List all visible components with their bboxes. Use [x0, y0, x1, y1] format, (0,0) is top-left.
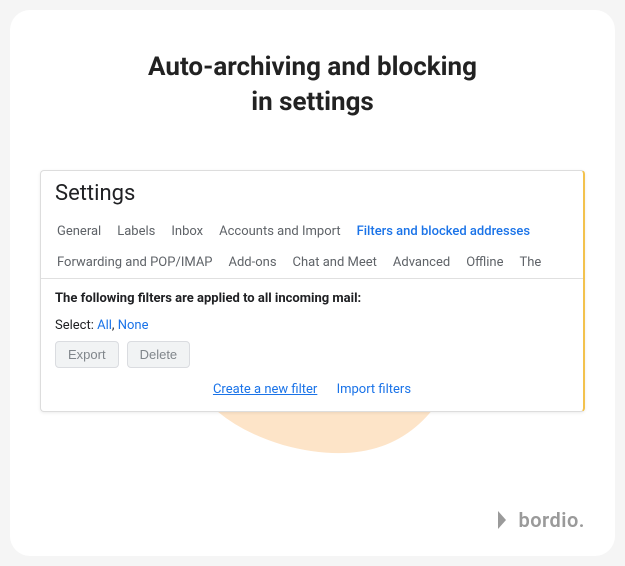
select-row: Select: All, None [55, 318, 569, 333]
select-label: Select: [55, 318, 94, 333]
import-filters-link[interactable]: Import filters [337, 382, 411, 397]
brand-text: bordio. [518, 508, 585, 532]
filter-section: The following filters are applied to all… [41, 279, 583, 411]
tab-offline[interactable]: Offline [458, 247, 511, 278]
page-title: Auto-archiving and blocking in settings [10, 50, 615, 120]
tab-filters[interactable]: Filters and blocked addresses [349, 216, 538, 247]
title-line-2: in settings [251, 87, 374, 117]
brand-logo: bordio. [496, 508, 585, 532]
tab-themes[interactable]: The [512, 247, 550, 278]
tab-accounts[interactable]: Accounts and Import [211, 216, 348, 247]
tab-forwarding[interactable]: Forwarding and POP/IMAP [49, 247, 221, 278]
tab-chat[interactable]: Chat and Meet [285, 247, 385, 278]
title-line-1: Auto-archiving and blocking [148, 52, 477, 82]
tab-addons[interactable]: Add-ons [221, 247, 285, 278]
tab-inbox[interactable]: Inbox [163, 216, 211, 247]
tab-general[interactable]: General [49, 216, 109, 247]
settings-tabs: General Labels Inbox Accounts and Import… [41, 212, 583, 279]
tab-advanced[interactable]: Advanced [385, 247, 458, 278]
create-filter-link[interactable]: Create a new filter [213, 382, 317, 397]
tab-labels[interactable]: Labels [109, 216, 163, 247]
select-none-link[interactable]: None [118, 318, 149, 333]
filter-heading: The following filters are applied to all… [55, 291, 569, 306]
settings-heading: Settings [41, 171, 583, 212]
settings-panel: Settings General Labels Inbox Accounts a… [40, 170, 585, 412]
brand-icon [496, 509, 512, 531]
delete-button[interactable]: Delete [127, 341, 191, 368]
button-row: Export Delete [55, 341, 569, 368]
filter-action-links: Create a new filter Import filters [55, 382, 569, 397]
select-all-link[interactable]: All [97, 318, 112, 333]
export-button[interactable]: Export [55, 341, 119, 368]
